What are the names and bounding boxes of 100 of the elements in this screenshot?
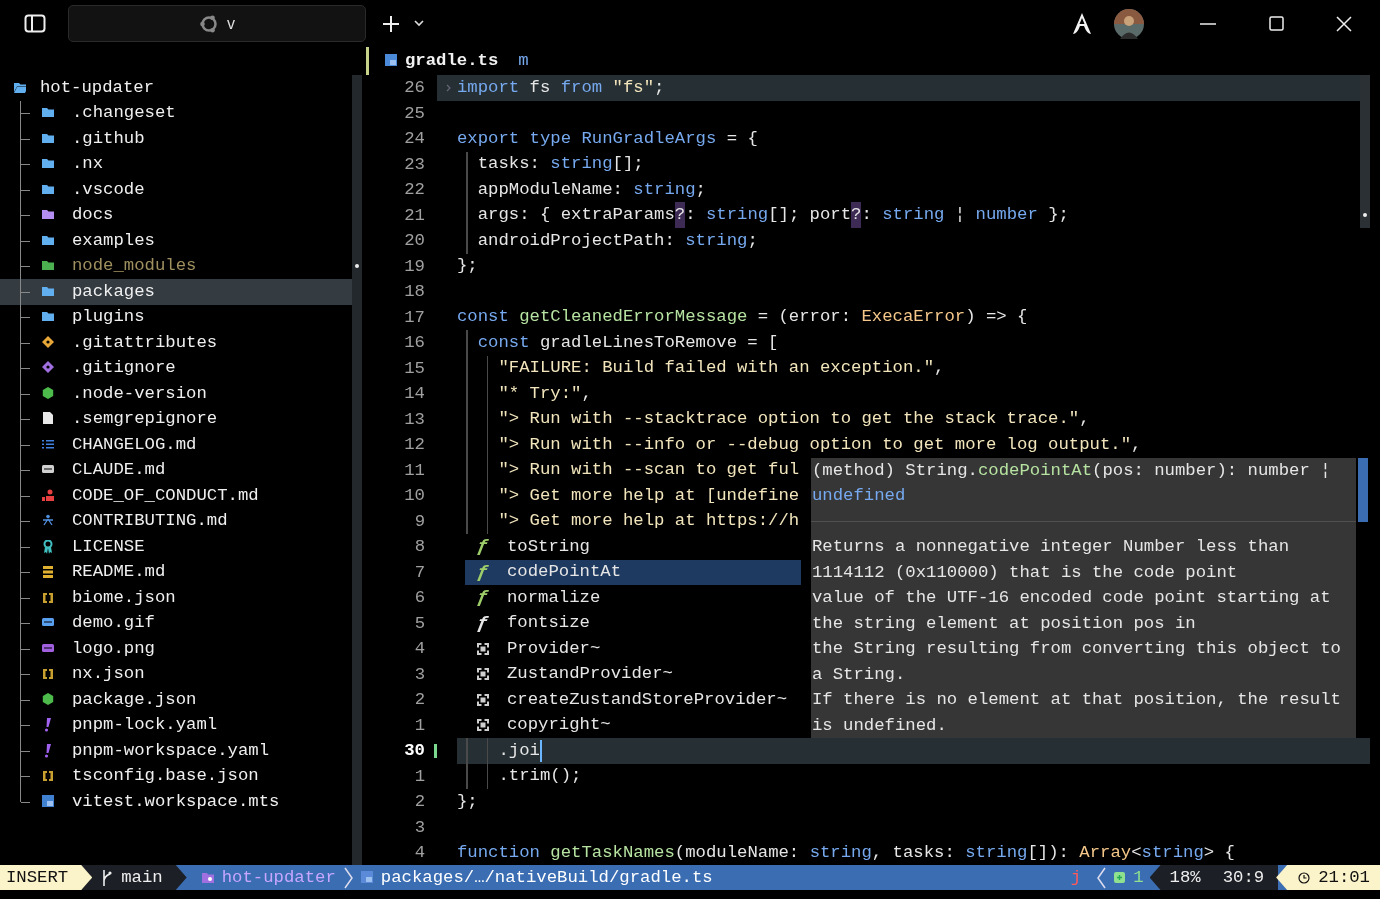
line-number: 2 (413, 689, 426, 711)
scrollbar[interactable] (352, 75, 362, 865)
line-number: 15 (403, 357, 426, 380)
file-name: CODE_OF_CONDUCT.md (72, 484, 259, 507)
chevron-icon (343, 866, 353, 889)
completion-item[interactable]: copyright~ (465, 712, 801, 738)
minimize-icon (1200, 22, 1216, 25)
code-line: androidProjectPath: string; (457, 228, 758, 254)
snippet-icon (477, 693, 489, 706)
file-tree-item[interactable]: examples (0, 228, 352, 254)
terminal-tab[interactable]: v (68, 5, 366, 42)
code-line: "> Run with --stacktrace option to get the stack trace.", (457, 406, 1090, 432)
file-name: node_modules (72, 255, 197, 278)
file-tree-item[interactable]: tsconfig.base.json (0, 763, 352, 789)
clock-time: 21:01 (1318, 866, 1370, 889)
file-name: .node-version (72, 382, 207, 405)
completion-item[interactable]: ƒ toString (465, 534, 801, 560)
branch-icon (101, 869, 114, 886)
line-number: 13 (403, 408, 426, 431)
file-tree-item[interactable]: .changeset (0, 100, 352, 126)
file-tab-title[interactable]: gradle.ts (405, 48, 499, 74)
sidebar-toggle-button[interactable] (24, 14, 46, 33)
file-tree-item[interactable]: pnpm-lock.yaml (0, 712, 352, 738)
file-tree-item[interactable]: logo.png (0, 636, 352, 662)
completion-item[interactable]: ƒ normalize (465, 585, 801, 611)
file-name: package.json (72, 688, 197, 711)
file-tree-item[interactable]: .github (0, 126, 352, 152)
code-line: const getCleanedErrorMessage = (error: ExecaError) => { (457, 306, 1028, 329)
dropdown-button[interactable] (414, 20, 424, 27)
new-tab-button[interactable] (382, 14, 400, 33)
file-tree-item[interactable]: nx.json (0, 661, 352, 687)
file-tree-item[interactable]: LICENSE (0, 534, 352, 560)
line-number: 18 (403, 281, 426, 303)
documentation-text: the String resulting from converting this object to (811, 638, 1342, 660)
code-line: tasks: string[]; (457, 151, 644, 177)
line-number: 10 (403, 485, 426, 507)
line-number: 12 (403, 434, 426, 456)
file-name: .gitignore (72, 357, 176, 380)
code-line: }; (457, 255, 478, 278)
line-number: 6 (413, 587, 426, 609)
file-tree-item[interactable]: CHANGELOG.md (0, 432, 352, 458)
file-name: plugins (72, 306, 145, 329)
line-number: 26 (403, 77, 426, 99)
code-line: "* Try:", (457, 381, 592, 407)
file-tree-item[interactable]: hot-updater (0, 75, 352, 101)
file-tree-item[interactable]: .semgrepignore (0, 406, 352, 432)
completion-item[interactable]: ZustandProvider~ (465, 661, 801, 687)
snippet-icon (477, 719, 489, 732)
file-tree-item[interactable]: docs (0, 202, 352, 228)
file-tree-item[interactable]: .vscode (0, 177, 352, 203)
file-name: demo.gif (72, 612, 155, 635)
file-tree-item[interactable]: CODE_OF_CONDUCT.md (0, 483, 352, 509)
line-number: 25 (403, 102, 426, 125)
avatar[interactable] (1114, 8, 1144, 39)
line-number: 22 (403, 179, 426, 201)
file-name: .nx (72, 153, 104, 176)
file-name: .changeset (72, 102, 176, 125)
file-tree-item[interactable]: packages (0, 279, 352, 305)
code-line: "> Run with --info or --debug option to get more log output.", (457, 432, 1142, 458)
file-name: nx.json (72, 663, 145, 686)
completion-item[interactable]: ƒ codePointAt (465, 559, 801, 585)
completion-item[interactable]: createZustandStoreProvider~ (465, 687, 801, 713)
line-number: 16 (403, 332, 426, 354)
file-tree-item[interactable]: plugins (0, 304, 352, 330)
app-logo-icon[interactable] (1072, 12, 1092, 35)
file-tree-item[interactable]: README.md (0, 559, 352, 585)
scroll-percent: 18% (1169, 866, 1201, 889)
scrollbar[interactable] (1358, 457, 1368, 522)
file-tree-item[interactable]: .gitignore (0, 355, 352, 381)
file-tree-item[interactable]: package.json (0, 687, 352, 713)
file-name: vitest.workspace.mts (72, 790, 280, 813)
file-tree-item[interactable]: .nx (0, 151, 352, 177)
file-tree-item[interactable]: .gitattributes (0, 330, 352, 356)
file-badge-icon (360, 870, 373, 885)
function-icon: ƒ (475, 537, 491, 557)
code-line: }; (457, 790, 478, 813)
file-name: pnpm-lock.yaml (72, 714, 218, 737)
mode-indicator: INSERT (0, 865, 93, 890)
fold-icon[interactable] (446, 83, 452, 92)
file-tree-item[interactable]: pnpm-workspace.yaml (0, 738, 352, 764)
file-name: CHANGELOG.md (72, 433, 197, 456)
file-name: .vscode (72, 178, 145, 201)
documentation-text: 1114112 (0x110000) that is the code point (811, 561, 1239, 584)
file-tree-item[interactable]: CLAUDE.md (0, 457, 352, 483)
scrollbar[interactable] (1360, 75, 1370, 228)
line-number: 5 (413, 612, 426, 635)
file-tree-item[interactable]: vitest.workspace.mts (0, 789, 352, 815)
file-tree-item[interactable]: biome.json (0, 585, 352, 611)
file-tree-item[interactable]: .node-version (0, 381, 352, 407)
file-name: CLAUDE.md (72, 459, 166, 482)
file-tree-item[interactable]: demo.gif (0, 610, 352, 636)
line-number: 19 (403, 255, 426, 278)
change-count: 1 (1133, 866, 1144, 889)
ubuntu-icon (199, 13, 219, 34)
completion-item[interactable]: Provider~ (465, 636, 801, 662)
file-name: logo.png (72, 637, 155, 660)
status-indicator: j (1070, 866, 1082, 889)
completion-item[interactable]: ƒ fontsize (465, 610, 801, 636)
file-tree-item[interactable]: CONTRIBUTING.md (0, 508, 352, 534)
code-line: function getTaskNames(moduleName: string, tasks: string[]): Array<string> { (457, 841, 1235, 864)
